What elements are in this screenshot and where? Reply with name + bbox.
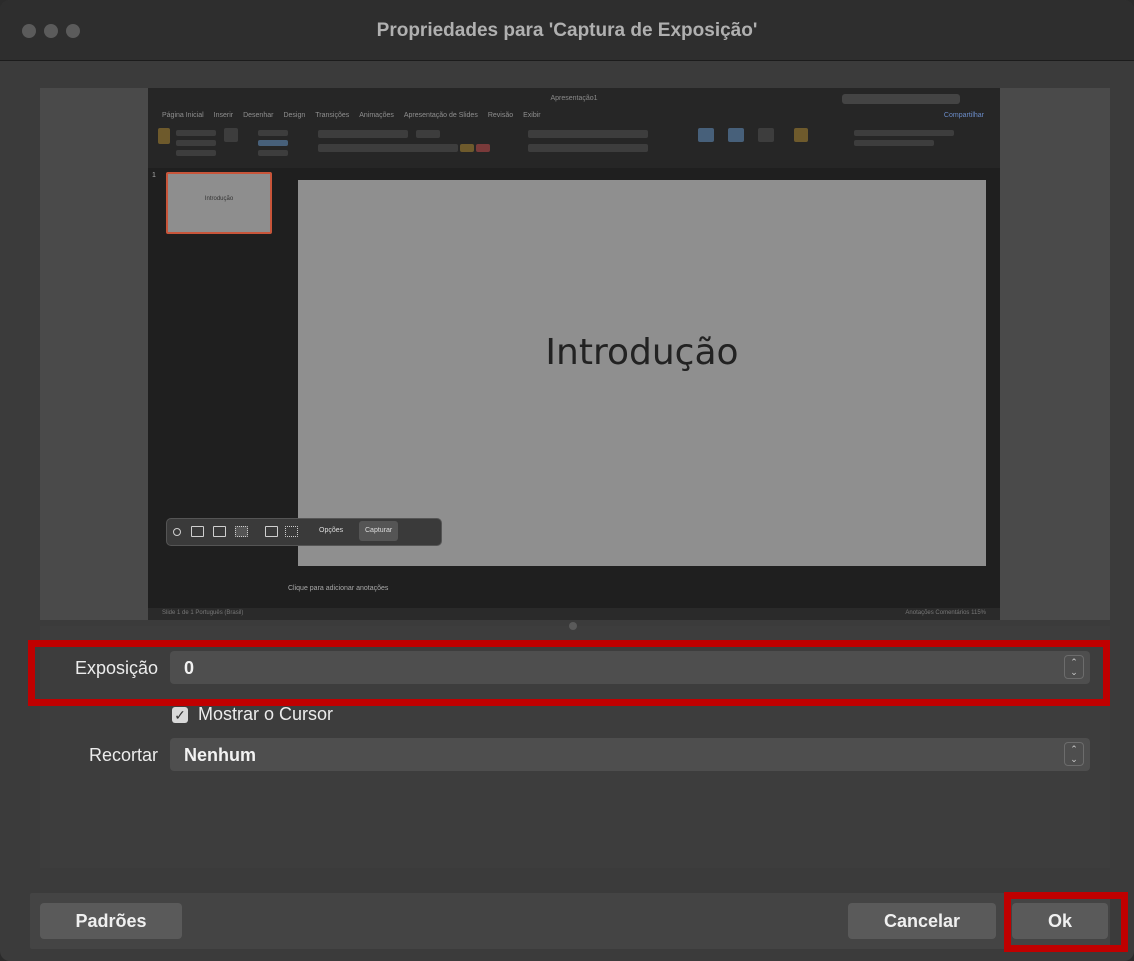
ppt-tab: Animações: [359, 112, 394, 119]
record-selection-icon: [285, 526, 298, 537]
ppt-share-label: Compartilhar: [943, 112, 984, 119]
exposure-label: Exposição: [74, 658, 158, 678]
show-cursor-label[interactable]: Mostrar o Cursor: [198, 704, 333, 725]
crop-select[interactable]: Nenhum ⌃ ⌄: [170, 738, 1090, 771]
properties-window: Propriedades para 'Captura de Exposição'…: [0, 0, 1134, 961]
ppt-toolbar: Apresentação1 Página Inicial Inserir Des…: [148, 88, 1000, 168]
slide-thumbnail: Introdução: [166, 172, 272, 234]
paste-icon: [158, 128, 170, 144]
font-color-icon: [476, 144, 490, 152]
defaults-button[interactable]: Padrões: [40, 903, 182, 939]
ribbon-control: [176, 140, 216, 146]
close-capture-icon: [173, 528, 181, 536]
textbox-icon: [758, 128, 774, 142]
ppt-tab: Revisão: [487, 112, 514, 119]
ppt-tab: Transições: [315, 112, 350, 119]
shapes-icon: [728, 128, 744, 142]
capture-preview: Apresentação1 Página Inicial Inserir Des…: [40, 88, 1110, 620]
capture-screen-icon: [191, 526, 204, 537]
ppt-tab: Inserir: [213, 112, 234, 119]
capture-options-label: Opções: [319, 527, 344, 534]
ribbon-control: [258, 150, 288, 156]
ppt-search-box: [842, 94, 960, 104]
font-size-box: [416, 130, 440, 138]
ppt-tab: Exibir: [523, 112, 541, 119]
crop-value: Nenhum: [184, 745, 256, 765]
show-cursor-checkbox[interactable]: ✓: [172, 707, 188, 723]
ribbon-control: [176, 130, 216, 136]
status-right: Anotações Comentários 115%: [905, 610, 986, 616]
ribbon-control: [854, 130, 954, 136]
capture-selection-icon: [235, 526, 248, 537]
captured-powerpoint-window: Apresentação1 Página Inicial Inserir Des…: [148, 88, 1000, 620]
thumbnail-title: Introdução: [204, 196, 234, 202]
ppt-tab: Design: [283, 112, 306, 119]
ribbon-control: [854, 140, 934, 146]
ppt-ribbon-tabs: Página Inicial Inserir Desenhar Design T…: [162, 112, 541, 119]
crop-row: Recortar Nenhum ⌃ ⌄: [40, 738, 1090, 772]
ppt-tab: Página Inicial: [162, 112, 204, 119]
exposure-select[interactable]: 0 ⌃ ⌄: [170, 651, 1090, 684]
capture-button-label: Capturar: [359, 521, 399, 541]
capture-window-icon: [213, 526, 226, 537]
select-arrows-icon: ⌃ ⌄: [1064, 742, 1084, 766]
ribbon-control: [258, 130, 288, 136]
new-slide-icon: [224, 128, 238, 142]
arrange-icon: [794, 128, 808, 142]
title-bar: Propriedades para 'Captura de Exposição': [0, 0, 1134, 61]
ribbon-control: [258, 140, 288, 146]
ribbon-control: [176, 150, 216, 156]
ppt-tab: Apresentação de Slides: [403, 112, 478, 119]
status-left: Slide 1 de 1 Português (Brasil): [162, 610, 244, 616]
screenshot-capture-bar: Opções Capturar: [166, 518, 442, 546]
ok-button[interactable]: Ok: [1012, 903, 1108, 939]
ppt-tab: Desenhar: [243, 112, 274, 119]
exposure-value: 0: [184, 658, 195, 678]
slide-title: Introdução: [545, 332, 739, 373]
window-title: Propriedades para 'Captura de Exposição': [376, 20, 758, 41]
cancel-button[interactable]: Cancelar: [848, 903, 996, 939]
ribbon-control: [318, 144, 458, 152]
select-arrows-icon: ⌃ ⌄: [1064, 655, 1084, 679]
pictures-icon: [698, 128, 714, 142]
crop-label: Recortar: [88, 745, 158, 765]
slide-number: 1: [152, 172, 156, 179]
slide-canvas: Introdução: [298, 180, 986, 566]
ppt-status-bar: Slide 1 de 1 Português (Brasil) Anotaçõe…: [148, 608, 1000, 620]
ppt-ribbon: [158, 126, 990, 164]
ribbon-control: [528, 130, 648, 138]
exposure-row: Exposição 0 ⌃ ⌄: [40, 651, 1090, 685]
ribbon-control: [528, 144, 648, 152]
font-name-box: [318, 130, 408, 138]
record-screen-icon: [265, 526, 278, 537]
highlight-color-icon: [460, 144, 474, 152]
splitter-handle[interactable]: [569, 622, 577, 630]
notes-placeholder: Clique para adicionar anotações: [288, 585, 389, 592]
